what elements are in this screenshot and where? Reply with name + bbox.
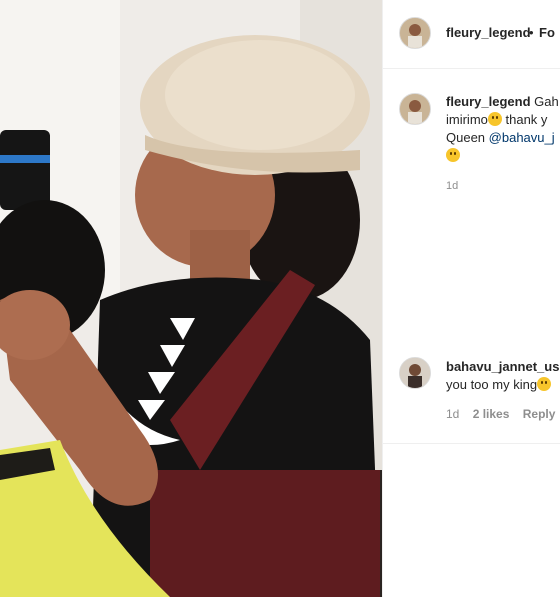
- avatar-image: [400, 358, 430, 388]
- follow-button[interactable]: Fo: [539, 25, 555, 40]
- post-header: fleury_legend • Fo: [383, 0, 560, 69]
- comment-meta: 1d 2 likes Reply: [446, 407, 560, 421]
- caption-avatar[interactable]: [399, 93, 431, 125]
- grinning-sweat-emoji-icon: [487, 112, 502, 126]
- comment-username[interactable]: bahavu_jannet_us: [446, 359, 559, 374]
- smile-emoji-icon: [537, 377, 552, 391]
- avatar-image: [400, 94, 430, 124]
- caption-line-3: Queen @bahavu_j: [446, 129, 560, 147]
- author-avatar[interactable]: [399, 17, 431, 49]
- caption-text-1: Gah: [534, 94, 559, 109]
- caption-timestamp[interactable]: 1d: [446, 180, 458, 192]
- comment-body: you too my king: [446, 376, 560, 394]
- caption-line-2: imirimo thank y: [446, 111, 560, 129]
- comment: bahavu_jannet_us you too my king: [446, 358, 560, 394]
- caption-line-4: [446, 147, 560, 165]
- comment-likes[interactable]: 2 likes: [473, 407, 510, 421]
- post-caption: fleury_legend Gah imirimo thank y Queen …: [446, 93, 560, 165]
- photo-illustration: [0, 0, 382, 597]
- caption-text-2b: thank y: [501, 112, 548, 127]
- caption-username[interactable]: fleury_legend: [446, 94, 531, 109]
- avatar-image: [400, 18, 430, 48]
- caption-mention[interactable]: @bahavu_j: [489, 130, 555, 145]
- comment-text: you too my king: [446, 377, 538, 392]
- comment-timestamp[interactable]: 1d: [446, 407, 459, 421]
- header-separator: •: [529, 25, 534, 40]
- section-divider: [383, 443, 560, 444]
- caption-text-3: Queen: [446, 130, 489, 145]
- reply-button[interactable]: Reply: [523, 407, 556, 421]
- caption-line-1: fleury_legend Gah: [446, 93, 560, 111]
- header-username[interactable]: fleury_legend: [446, 25, 531, 40]
- kissing-face-emoji-icon: [446, 148, 460, 162]
- post-photo[interactable]: [0, 0, 382, 597]
- commenter-avatar[interactable]: [399, 357, 431, 389]
- comment-header: bahavu_jannet_us: [446, 358, 560, 376]
- post-side-panel: fleury_legend • Fo fleury_legend Gah imi…: [382, 0, 560, 597]
- caption-text-2a: imirimo: [446, 112, 488, 127]
